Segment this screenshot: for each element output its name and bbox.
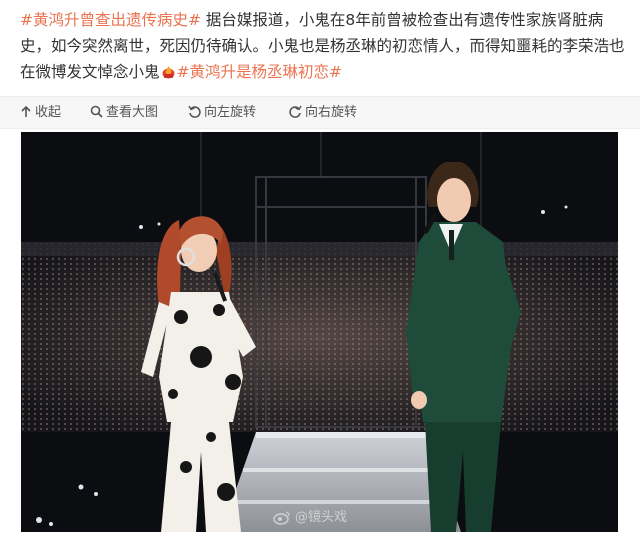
post-text: #黄鸿升曾查出遗传病史# 据台媒报道，小鬼在8年前曾被检查出有遗传性家族肾脏病史… — [20, 7, 626, 85]
view-large-image-button[interactable]: 查看大图 — [90, 97, 158, 128]
view-large-label: 查看大图 — [106, 105, 159, 120]
watermark-text: @镜头戏 — [295, 510, 348, 525]
rotate-left-button[interactable]: 向左旋转 — [188, 97, 256, 128]
fire-emoji-icon — [161, 61, 176, 79]
rotate-right-button[interactable]: 向右旋转 — [289, 97, 357, 128]
collapse-label: 收起 — [35, 105, 62, 120]
search-icon — [90, 105, 103, 118]
weibo-watermark: @镜头戏 — [273, 508, 347, 528]
rotate-left-label: 向左旋转 — [204, 105, 257, 120]
topic-link-first-love[interactable]: #黄鸿升是杨丞琳初恋# — [177, 63, 342, 81]
weibo-logo-icon — [273, 511, 290, 525]
rotate-right-icon — [289, 105, 302, 118]
topic-link-hereditary-disease[interactable]: #黄鸿升曾查出遗传病史# — [20, 11, 201, 29]
concert-scene-image — [21, 132, 618, 532]
collapse-button[interactable]: 收起 — [20, 97, 61, 128]
rotate-right-label: 向右旋转 — [305, 105, 358, 120]
post-photo[interactable]: @镜头戏 — [21, 132, 618, 532]
rotate-left-icon — [188, 105, 201, 118]
image-toolbar: 收起 查看大图 向左旋转 向右旋转 — [0, 96, 640, 129]
arrow-up-icon — [21, 106, 31, 117]
